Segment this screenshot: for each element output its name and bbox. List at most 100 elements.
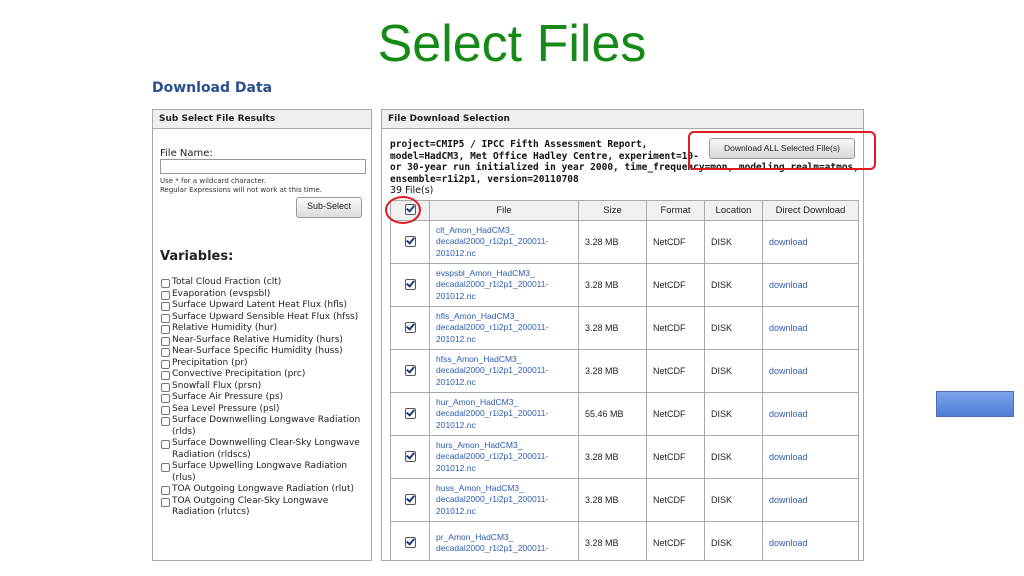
variable-checkbox[interactable] (161, 325, 170, 334)
variable-label: Near-Surface Specific Humidity (huss) (172, 346, 343, 356)
variable-item[interactable]: Total Cloud Fraction (clt) (161, 277, 371, 289)
file-name-input[interactable] (160, 159, 366, 174)
download-link[interactable]: download (762, 478, 859, 522)
select-all-highlight (385, 196, 421, 224)
file-name-line: decadal2000_r1i2p1_200011- (436, 365, 549, 376)
table-row: clt_Amon_HadCM3_ decadal2000_r1i2p1_20001… (390, 220, 859, 264)
file-name-line: 201012.nc (436, 376, 476, 387)
file-size: 3.28 MB (578, 349, 647, 393)
file-format: NetCDF (646, 306, 705, 350)
variable-item[interactable]: Precipitation (pr) (161, 358, 371, 370)
variable-item[interactable]: Near-Surface Relative Humidity (hurs) (161, 335, 371, 347)
column-header-location: Location (704, 200, 763, 221)
file-name-link[interactable]: clt_Amon_HadCM3_ decadal2000_r1i2p1_20001… (429, 220, 579, 264)
file-name-line: evspsbl_Amon_HadCM3_ (436, 267, 535, 278)
variable-label: Relative Humidity (hur) (172, 323, 277, 333)
row-select-cell (390, 349, 430, 393)
column-header-file: File (429, 200, 579, 221)
download-link[interactable]: download (762, 435, 859, 479)
variable-label: Surface Downwelling Longwave Radiation (… (172, 415, 361, 437)
variable-label: Surface Upwelling Longwave Radiation (rl… (172, 461, 348, 483)
sub-select-panel-header: Sub Select File Results (153, 110, 371, 129)
variable-item[interactable]: TOA Outgoing Longwave Radiation (rlut) (161, 484, 371, 496)
file-size: 3.28 MB (578, 478, 647, 522)
row-select-cell (390, 435, 430, 479)
file-size: 3.28 MB (578, 521, 647, 560)
variable-label: Surface Upward Sensible Heat Flux (hfss) (172, 311, 359, 322)
download-link[interactable]: download (762, 263, 859, 307)
file-size: 3.28 MB (578, 220, 647, 264)
variable-item[interactable]: Snowfall Flux (prsn) (161, 381, 371, 393)
variable-checkbox[interactable] (161, 405, 170, 415)
file-name-label: File Name: (160, 148, 213, 159)
row-checkbox[interactable] (404, 321, 416, 333)
variable-checkbox[interactable] (161, 290, 170, 300)
variable-item[interactable]: TOA Outgoing Clear-Sky Longwave Radiatio… (161, 496, 371, 519)
row-checkbox[interactable] (404, 536, 416, 548)
variable-item[interactable]: Surface Upwelling Longwave Radiation (rl… (161, 461, 371, 484)
hint-line: Regular Expressions will not work at thi… (160, 186, 322, 194)
variable-checkbox[interactable] (161, 302, 170, 311)
file-count: 39 File(s) (390, 185, 434, 196)
variable-item[interactable]: Sea Level Pressure (psl) (161, 404, 371, 416)
blue-rectangle-shape (936, 391, 1014, 417)
download-link[interactable]: download (762, 220, 859, 264)
variable-item[interactable]: Convective Precipitation (prc) (161, 369, 371, 381)
variable-checkbox[interactable] (161, 463, 170, 472)
file-name-link[interactable]: pr_Amon_HadCM3_ decadal2000_r1i2p1_200011… (429, 521, 579, 560)
variable-item[interactable]: Surface Downwelling Clear-Sky Longwave R… (161, 438, 371, 461)
variable-checkbox[interactable] (161, 497, 170, 507)
download-link[interactable]: download (762, 349, 859, 393)
variable-checkbox[interactable] (161, 348, 170, 357)
file-size: 3.28 MB (578, 306, 647, 350)
file-name-link[interactable]: huss_Amon_HadCM3_ decadal2000_r1i2p1_2000… (429, 478, 579, 522)
table-row: pr_Amon_HadCM3_ decadal2000_r1i2p1_200011… (390, 521, 859, 560)
row-checkbox[interactable] (404, 364, 416, 376)
file-location: DISK (704, 349, 763, 393)
row-checkbox[interactable] (404, 235, 416, 247)
file-name-link[interactable]: hfss_Amon_HadCM3_ decadal2000_r1i2p1_2000… (429, 349, 579, 393)
file-name-line: 201012.nc (436, 290, 476, 301)
row-checkbox[interactable] (404, 407, 416, 419)
variable-item[interactable]: Relative Humidity (hur) (161, 323, 371, 335)
sub-select-panel: Sub Select File Results File Name: Use *… (152, 109, 372, 561)
file-name-link[interactable]: hur_Amon_HadCM3_ decadal2000_r1i2p1_20001… (429, 392, 579, 436)
column-header-direct-download: Direct Download (762, 200, 859, 221)
variable-label: Sea Level Pressure (psl) (172, 403, 280, 414)
row-checkbox[interactable] (404, 493, 416, 505)
sub-select-button[interactable]: Sub-Select (296, 197, 362, 218)
variable-checkbox[interactable] (161, 371, 170, 380)
variable-item[interactable]: Surface Air Pressure (ps) (161, 392, 371, 404)
variable-checkbox[interactable] (161, 359, 170, 369)
variable-label: TOA Outgoing Longwave Radiation (rlut) (172, 484, 354, 494)
variable-checkbox[interactable] (161, 486, 170, 495)
variable-checkbox[interactable] (161, 382, 170, 392)
file-name-line: 201012.nc (436, 247, 476, 258)
file-name-link[interactable]: hfls_Amon_HadCM3_ decadal2000_r1i2p1_2000… (429, 306, 579, 350)
row-checkbox[interactable] (404, 278, 416, 290)
variable-checkbox[interactable] (161, 417, 170, 426)
table-row: evspsbl_Amon_HadCM3_ decadal2000_r1i2p1_2… (390, 263, 859, 307)
file-name-line: hurs_Amon_HadCM3_ (436, 439, 523, 450)
variable-item[interactable]: Surface Upward Sensible Heat Flux (hfss) (161, 312, 371, 324)
file-name-link[interactable]: evspsbl_Amon_HadCM3_ decadal2000_r1i2p1_2… (429, 263, 579, 307)
file-location: DISK (704, 435, 763, 479)
variable-checkbox[interactable] (161, 394, 170, 403)
download-link[interactable]: download (762, 306, 859, 350)
download-link[interactable]: download (762, 392, 859, 436)
variable-item[interactable]: Surface Downwelling Longwave Radiation (… (161, 415, 371, 438)
variable-checkbox[interactable] (161, 279, 170, 288)
variable-label: Surface Upward Latent Heat Flux (hfls) (172, 300, 347, 310)
row-checkbox[interactable] (404, 450, 416, 462)
variable-item[interactable]: Evaporation (evspsbl) (161, 289, 371, 301)
file-name-link[interactable]: hurs_Amon_HadCM3_ decadal2000_r1i2p1_2000… (429, 435, 579, 479)
variable-item[interactable]: Near-Surface Specific Humidity (huss) (161, 346, 371, 358)
variable-checkbox[interactable] (161, 336, 170, 346)
row-select-cell (390, 478, 430, 522)
download-link[interactable]: download (762, 521, 859, 560)
file-location: DISK (704, 306, 763, 350)
variable-checkbox[interactable] (161, 440, 170, 449)
variable-checkbox[interactable] (161, 313, 170, 323)
file-name-line: hfls_Amon_HadCM3_ (436, 310, 520, 321)
variable-item[interactable]: Surface Upward Latent Heat Flux (hfls) (161, 300, 371, 312)
